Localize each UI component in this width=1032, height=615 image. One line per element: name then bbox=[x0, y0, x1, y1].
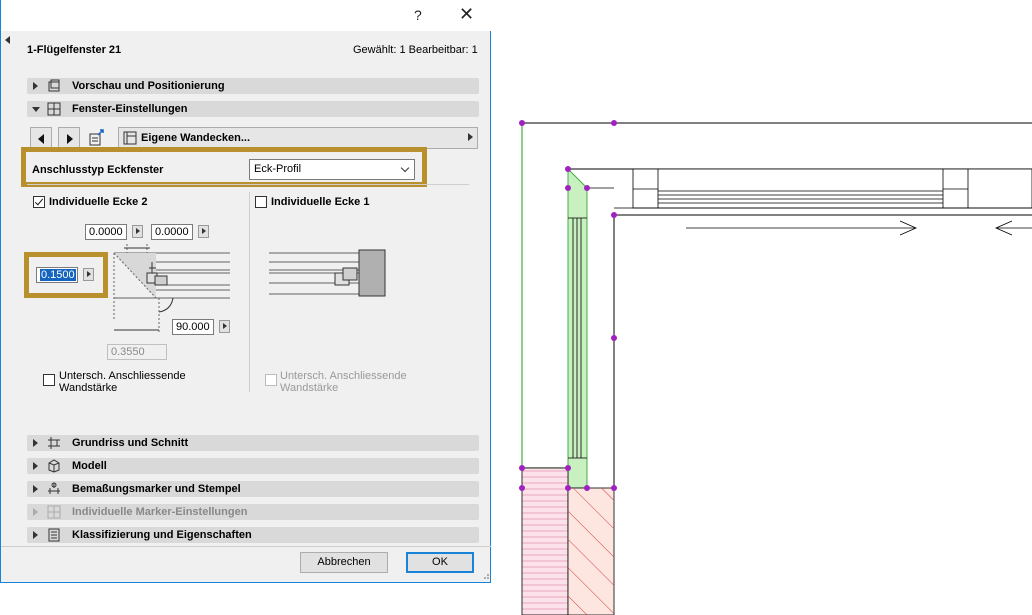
top-right-stepper[interactable] bbox=[198, 225, 209, 238]
left-stepper[interactable] bbox=[83, 268, 94, 281]
ok-button[interactable]: OK bbox=[406, 552, 474, 573]
corner2-bottom-field: 0.3550 bbox=[107, 344, 167, 360]
page-label: Eigene Wandecken... bbox=[141, 132, 251, 144]
collapse-arrow-icon[interactable] bbox=[5, 36, 10, 44]
selected-corner-window[interactable] bbox=[521, 123, 614, 489]
selection-count: Gewählt: 1 Bearbeitbar: 1 bbox=[353, 44, 478, 56]
divider bbox=[27, 184, 469, 185]
expand-arrow-icon[interactable] bbox=[33, 531, 38, 539]
section-label: Klassifizierung und Eigenschaften bbox=[72, 529, 252, 541]
collapse-arrow-icon[interactable] bbox=[32, 107, 40, 112]
preview-icon bbox=[48, 79, 60, 92]
resize-grip-icon[interactable] bbox=[481, 571, 490, 580]
corner1-diff-wall-label: Untersch. Anschliessende Wandstärke bbox=[280, 370, 407, 394]
checkmark-icon bbox=[34, 196, 44, 206]
left-arrow-icon bbox=[38, 134, 44, 144]
section-label: Bemaßungsmarker und Stempel bbox=[72, 483, 241, 495]
section-label: Individuelle Marker-Einstellungen bbox=[72, 506, 248, 518]
corner1-label: Individuelle Ecke 1 bbox=[271, 196, 370, 208]
corner2-label: Individuelle Ecke 2 bbox=[49, 196, 148, 208]
section-model[interactable]: Modell bbox=[27, 458, 479, 474]
expand-arrow-icon bbox=[33, 508, 38, 516]
selected-text: 0.1500 bbox=[40, 269, 76, 281]
column-divider bbox=[249, 192, 250, 392]
corner2-top-right-field[interactable]: 0.0000 bbox=[151, 224, 193, 240]
footer-divider bbox=[1, 546, 491, 547]
close-button[interactable]: ✕ bbox=[459, 4, 474, 25]
corner-type-select[interactable]: Eck-Profil bbox=[249, 159, 415, 180]
right-arrow-icon bbox=[67, 134, 73, 144]
horizontal-window[interactable] bbox=[614, 168, 1032, 209]
corner1-diff-wall-checkbox bbox=[265, 374, 277, 386]
corner2-angle-field[interactable]: 90.000 bbox=[172, 319, 214, 335]
floorplan-icon bbox=[48, 437, 60, 449]
previous-page-button[interactable] bbox=[30, 127, 52, 149]
window-settings-dialog: ? ✕ 1-Flügelfenster 21 Gewählt: 1 Bearbe… bbox=[0, 0, 491, 583]
corner2-diff-wall-label: Untersch. Anschliessende Wandstärke bbox=[59, 370, 186, 394]
floorplan-canvas[interactable] bbox=[491, 0, 1032, 615]
wall-corner-icon bbox=[123, 131, 137, 145]
corner1-checkbox[interactable] bbox=[255, 196, 267, 208]
wall-hatch bbox=[568, 488, 614, 615]
expand-arrow-icon[interactable] bbox=[33, 82, 38, 90]
expand-arrow-icon[interactable] bbox=[33, 439, 38, 447]
expand-arrow-icon[interactable] bbox=[33, 462, 38, 470]
chevron-down-icon bbox=[400, 163, 410, 173]
corner2-diff-wall-checkbox[interactable] bbox=[43, 374, 55, 386]
section-preview-positioning[interactable]: Vorschau und Positionierung bbox=[27, 78, 479, 94]
page-selector[interactable]: Eigene Wandecken... bbox=[118, 127, 478, 149]
corner2-top-left-field[interactable]: 0.0000 bbox=[85, 224, 127, 240]
section-label: Grundriss und Schnitt bbox=[72, 437, 189, 449]
section-classification[interactable]: Klassifizierung und Eigenschaften bbox=[27, 527, 479, 543]
settings-navigator: Eigene Wandecken... bbox=[27, 127, 478, 149]
section-label: Modell bbox=[72, 460, 107, 472]
window-settings-icon bbox=[47, 102, 61, 116]
model-icon bbox=[48, 459, 60, 473]
angle-stepper[interactable] bbox=[219, 320, 230, 333]
classification-icon bbox=[48, 528, 60, 542]
corner2-checkbox[interactable] bbox=[33, 196, 45, 208]
section-dimension-markers[interactable]: Bemaßungsmarker und Stempel bbox=[27, 481, 479, 497]
section-label: Vorschau und Positionierung bbox=[72, 80, 225, 92]
corner1-diagram bbox=[269, 249, 386, 297]
cancel-button[interactable]: Abbrechen bbox=[300, 552, 388, 573]
opening-direction-arrows bbox=[686, 220, 1032, 236]
screen: ? ✕ 1-Flügelfenster 21 Gewählt: 1 Bearbe… bbox=[0, 0, 1032, 615]
corner-type-label: Anschlusstyp Eckfenster bbox=[32, 164, 164, 176]
marker-icon bbox=[47, 505, 61, 519]
corner-type-value: Eck-Profil bbox=[254, 163, 302, 175]
dropdown-arrow-icon bbox=[468, 133, 473, 141]
section-floorplan-section[interactable]: Grundriss und Schnitt bbox=[27, 435, 479, 451]
dimension-marker-icon bbox=[48, 482, 60, 494]
section-window-settings[interactable]: Fenster-Einstellungen bbox=[27, 101, 479, 117]
section-label: Fenster-Einstellungen bbox=[72, 103, 188, 115]
help-button[interactable]: ? bbox=[414, 7, 422, 23]
page-list-icon[interactable] bbox=[88, 129, 106, 147]
top-left-stepper[interactable] bbox=[132, 225, 143, 238]
next-page-button[interactable] bbox=[58, 127, 80, 149]
corner2-diagram bbox=[113, 244, 230, 334]
title-bar: ? ✕ bbox=[1, 0, 491, 31]
element-name: 1-Flügelfenster 21 bbox=[27, 44, 122, 56]
corner2-left-field[interactable]: 0.1500 bbox=[36, 267, 78, 283]
expand-arrow-icon[interactable] bbox=[33, 485, 38, 493]
wall-section-pink[interactable] bbox=[521, 467, 569, 615]
section-marker-settings: Individuelle Marker-Einstellungen bbox=[27, 504, 479, 520]
